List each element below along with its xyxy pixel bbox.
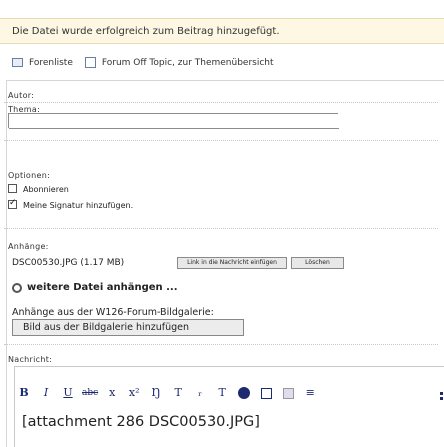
- signature-label: Meine Signatur hinzufügen.: [23, 201, 134, 210]
- add-file-link[interactable]: weitere Datei anhängen ...: [12, 282, 178, 293]
- italic-button[interactable]: I: [38, 385, 54, 401]
- divider: [4, 344, 438, 345]
- image-icon[interactable]: [258, 385, 274, 401]
- author-label: Autor:: [8, 91, 35, 100]
- underline-button[interactable]: U: [60, 385, 76, 401]
- add-file-label: weitere Datei anhängen ...: [27, 282, 178, 293]
- font-size-button[interactable]: T: [170, 385, 186, 401]
- message-label: Nachricht:: [8, 355, 53, 364]
- success-notice: Die Datei wurde erfolgreich zum Beitrag …: [0, 18, 444, 44]
- gallery-text: Anhänge aus der W126-Forum-Bildgalerie:: [12, 307, 214, 318]
- text-color-button[interactable]: T: [214, 385, 230, 401]
- color-picker-icon[interactable]: [236, 385, 252, 401]
- bold-button[interactable]: B: [16, 385, 32, 401]
- signature-checkbox[interactable]: [8, 198, 17, 209]
- forum-icon: [84, 57, 96, 68]
- message-content: [attachment 286 DSC00530.JPG]: [22, 414, 260, 430]
- divider: [4, 102, 438, 103]
- forum-topic-link[interactable]: Forum Off Topic, zur Themenübersicht: [102, 58, 274, 68]
- forum-list-link[interactable]: Forenliste: [29, 58, 73, 68]
- small-text-button[interactable]: ᵣ: [192, 385, 208, 401]
- subscribe-label: Abonnieren: [23, 185, 69, 194]
- attachment-name: DSC00530.JPG (1.17 MB): [12, 258, 125, 268]
- subscript-button[interactable]: x: [104, 385, 120, 401]
- gallery-button[interactable]: Bild aus der Bildgalerie hinzufügen: [12, 319, 244, 336]
- subscribe-checkbox[interactable]: [8, 184, 17, 193]
- delete-attachment-button[interactable]: Löschen: [291, 257, 344, 269]
- breadcrumb-nav: Forenliste Forum Off Topic, zur Themenüb…: [12, 57, 444, 68]
- attachments-label: Anhänge:: [8, 242, 49, 251]
- editor-toolbar: B I U abc x x² Ŋ T ᵣ T ≡: [16, 385, 324, 401]
- align-icon[interactable]: ≡: [302, 385, 318, 401]
- divider: [4, 140, 438, 141]
- strikethrough-button[interactable]: abc: [82, 385, 98, 401]
- divider: [4, 228, 438, 229]
- options-label: Optionen:: [8, 171, 51, 180]
- paperclip-icon: [12, 282, 22, 293]
- toolbar-grip-dot: [440, 397, 443, 400]
- subject-input[interactable]: [8, 113, 339, 129]
- superscript-button[interactable]: x²: [126, 385, 142, 401]
- message-editor[interactable]: [14, 366, 444, 447]
- folder-icon: [12, 58, 23, 67]
- gallery-icon[interactable]: [280, 385, 296, 401]
- insert-link-button[interactable]: Link in die Nachricht einfügen: [177, 257, 287, 269]
- font-button[interactable]: Ŋ: [148, 385, 164, 401]
- toolbar-grip-icon: [440, 392, 443, 395]
